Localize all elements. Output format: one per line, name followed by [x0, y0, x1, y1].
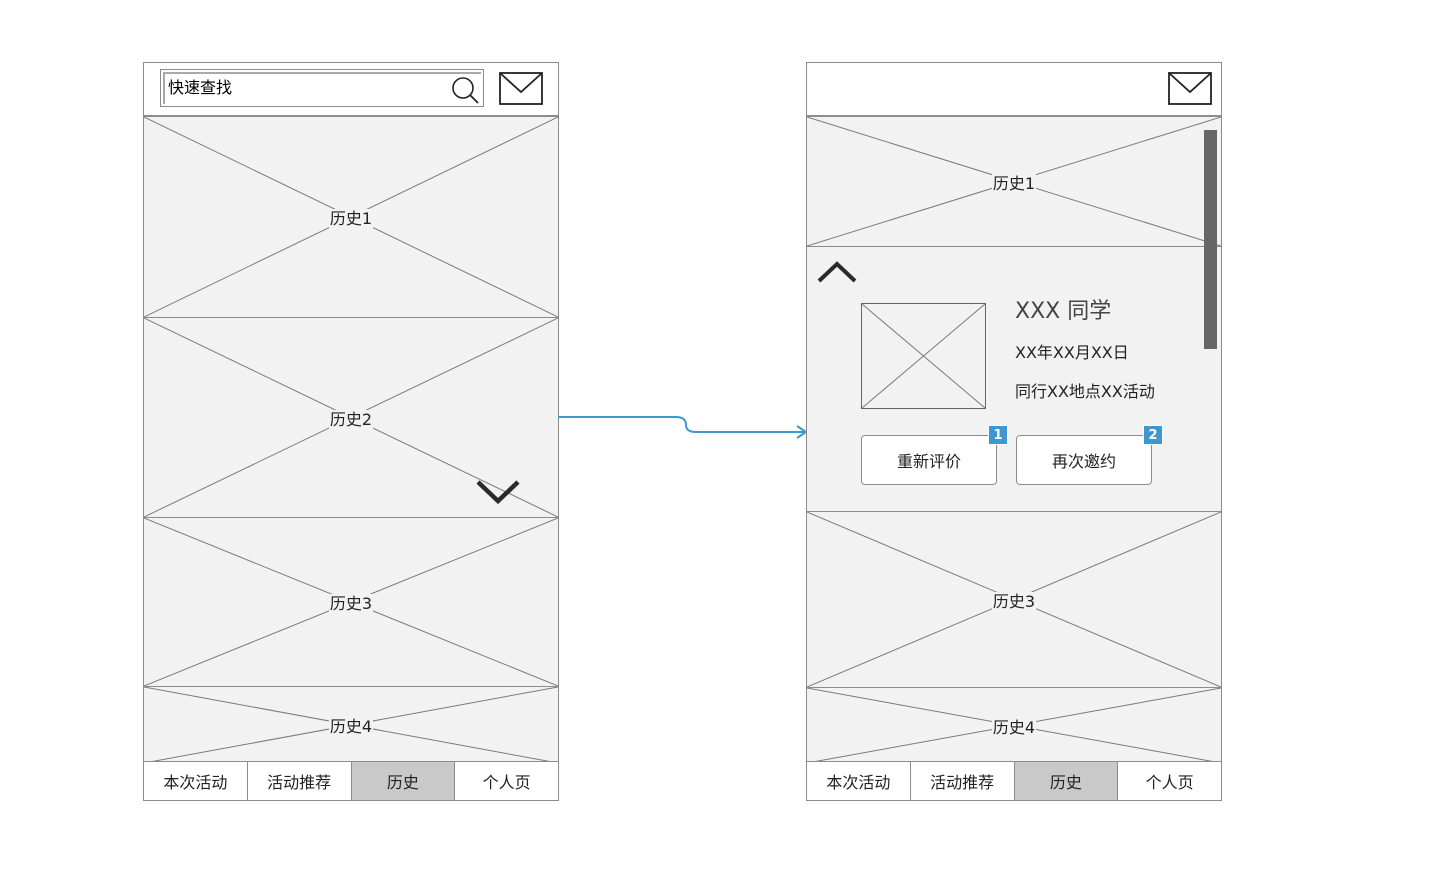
search-box[interactable]: 快速查找 [160, 69, 484, 107]
mail-icon[interactable] [499, 72, 543, 105]
tab-history[interactable]: 历史 [1014, 762, 1119, 800]
expanded-history-item: XXX 同学 XX年XX月XX日 同行XX地点XX活动 重新评价 1 再次邀约 … [807, 247, 1221, 512]
history-item-1[interactable]: 历史1 [144, 117, 558, 318]
re-evaluate-label: 重新评价 [896, 452, 961, 471]
tab-profile[interactable]: 个人页 [1118, 762, 1221, 800]
history-item-3[interactable]: 历史3 [807, 512, 1221, 688]
history-item-4[interactable]: 历史4 [807, 688, 1221, 763]
invite-again-button[interactable]: 再次邀约 [1016, 435, 1152, 485]
history-item-3[interactable]: 历史3 [144, 518, 558, 687]
chevron-up-icon[interactable] [816, 259, 858, 285]
invite-again-label: 再次邀约 [1051, 452, 1116, 471]
user-name: XXX 同学 [1015, 299, 1112, 324]
left-phone-screen: 快速查找 历史1 历史2 历史3 历史4 本次活动 活动推荐 历史 个人页 [143, 62, 559, 801]
flow-arrow [558, 416, 808, 439]
tab-current-activity[interactable]: 本次活动 [144, 762, 248, 800]
history-item-label: 历史3 [328, 594, 374, 613]
re-evaluate-button[interactable]: 重新评价 [861, 435, 997, 485]
history-item-4[interactable]: 历史4 [144, 687, 558, 763]
bottom-tab-bar: 本次活动 活动推荐 历史 个人页 [807, 761, 1221, 800]
tab-profile[interactable]: 个人页 [455, 762, 558, 800]
tab-history[interactable]: 历史 [351, 762, 456, 800]
activity-description: 同行XX地点XX活动 [1015, 382, 1155, 401]
history-item-label: 历史1 [991, 173, 1037, 193]
history-item-label: 历史1 [328, 209, 374, 228]
scrollbar[interactable] [1204, 130, 1217, 349]
right-phone-screen: 历史1 XXX 同学 XX年XX月XX日 同行XX地点XX活动 重新评价 1 再… [806, 62, 1222, 801]
tab-recommendations[interactable]: 活动推荐 [911, 762, 1015, 800]
left-header: 快速查找 [144, 63, 558, 117]
history-item-2[interactable]: 历史2 [144, 318, 558, 518]
badge-2: 2 [1143, 425, 1163, 445]
chevron-down-icon[interactable] [475, 478, 521, 506]
tab-current-activity[interactable]: 本次活动 [807, 762, 911, 800]
activity-date: XX年XX月XX日 [1015, 343, 1129, 362]
history-item-1[interactable]: 历史1 [807, 117, 1221, 247]
history-item-label: 历史3 [991, 591, 1037, 611]
history-item-label: 历史4 [328, 717, 374, 736]
history-item-label: 历史2 [328, 409, 374, 429]
bottom-tab-bar: 本次活动 活动推荐 历史 个人页 [144, 761, 558, 800]
tab-recommendations[interactable]: 活动推荐 [248, 762, 352, 800]
badge-1: 1 [988, 425, 1008, 445]
search-input[interactable]: 快速查找 [163, 72, 481, 104]
mail-icon[interactable] [1168, 72, 1212, 105]
right-header [807, 63, 1221, 117]
avatar [861, 303, 986, 409]
history-item-label: 历史4 [991, 717, 1037, 737]
search-icon[interactable] [451, 76, 479, 104]
